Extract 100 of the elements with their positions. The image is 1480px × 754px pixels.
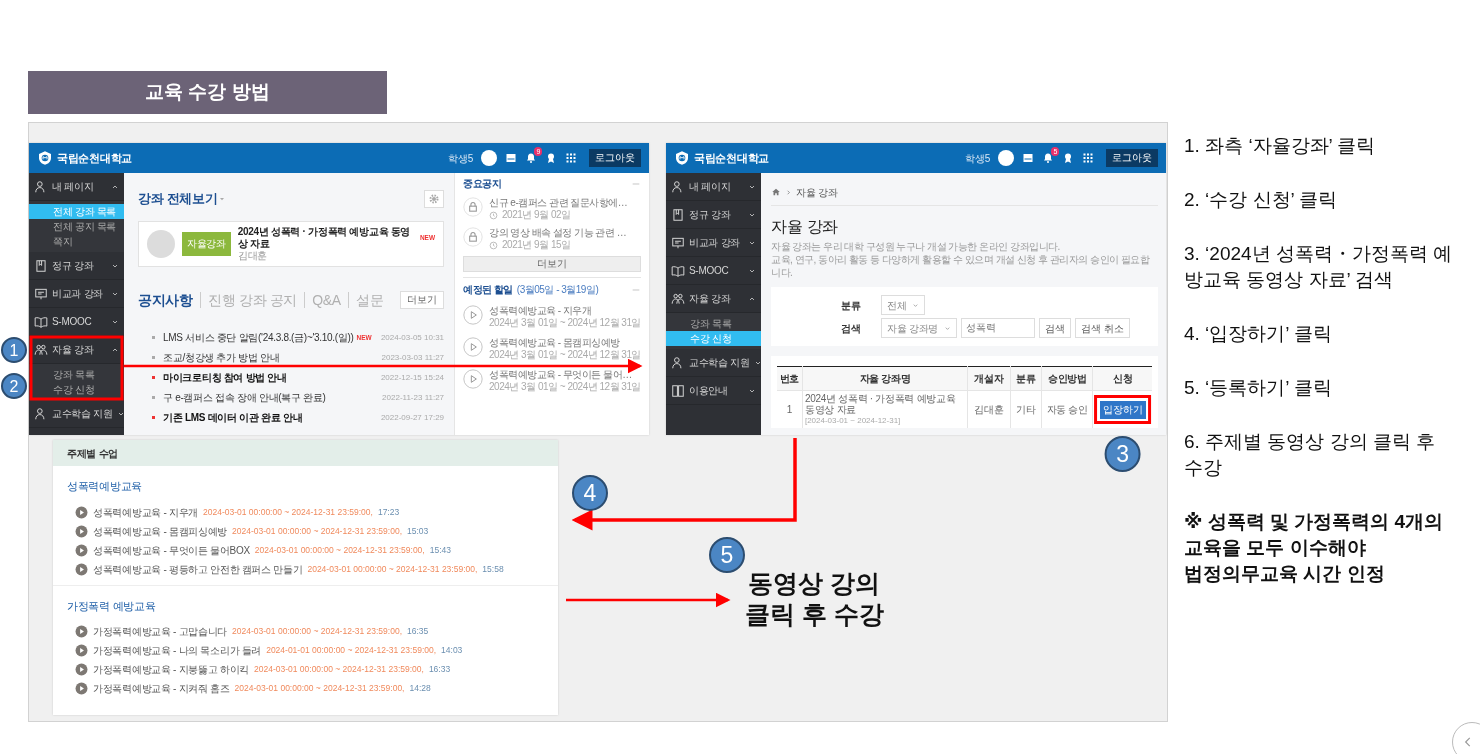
lesson-period: 2024-03-01 00:00:00 ~ 2024-12-31 23:59:00, — [254, 543, 425, 557]
notice-link[interactable]: 마이크로티칭 참여 방법 안내 — [163, 370, 287, 385]
logo-text: 국립순천대학교 — [694, 150, 769, 166]
bell-icon[interactable] — [1042, 152, 1054, 164]
notice-link[interactable]: 조교/청강생 추가 방법 안내 — [163, 350, 280, 365]
task-link[interactable]: 성폭력예방교육 - 무엇이든 물어… — [489, 369, 641, 381]
filter-label: 검색 — [841, 321, 862, 336]
lesson-link[interactable]: 성폭력예방교육 - 지우개 — [93, 504, 198, 520]
column-header: 승인방법 — [1041, 366, 1093, 391]
lesson-duration: 14:28 — [409, 682, 431, 695]
lesson-period: 2024-03-01 00:00:00 ~ 2024-12-31 23:59:00, — [232, 524, 402, 538]
grid-icon[interactable] — [565, 152, 577, 164]
play-icon[interactable] — [75, 562, 88, 576]
sidebar-item[interactable]: 정규 강좌 — [29, 252, 124, 280]
more-button[interactable]: 더보기 — [463, 256, 641, 272]
play-icon[interactable] — [75, 682, 88, 695]
lesson-link[interactable]: 성폭력예방교육 - 몸캠피싱예방 — [93, 523, 228, 539]
search-input[interactable]: 성폭력 — [961, 318, 1035, 338]
sidebar-item[interactable]: 정규 강좌 — [666, 201, 761, 229]
panel-title: 중요공지 — [463, 178, 502, 190]
enter-button[interactable]: 입장하기 — [1099, 400, 1146, 419]
notice-link[interactable]: 강의 영상 배속 설정 기능 관련 … — [489, 227, 627, 239]
lesson-link[interactable]: 가정폭력예방교육 - 지켜줘 홈즈 — [93, 681, 230, 696]
sidebar-item[interactable]: 비교과 강좌 — [29, 280, 124, 308]
table-cell: 김대훈 — [967, 390, 1011, 428]
board-icon — [34, 286, 48, 301]
lesson-period: 2024-01-01 00:00:00 ~ 2024-12-31 23:59:00, — [266, 644, 437, 657]
course-name: 2024년 성폭력 · 가정폭력 예방교육 동영상 자료 — [804, 393, 957, 415]
play-icon[interactable] — [463, 369, 484, 389]
play-icon[interactable] — [75, 644, 88, 657]
notice-link[interactable]: 기존 LMS 데이터 이관 완료 안내 — [163, 410, 303, 425]
sidebar-item[interactable]: 내 페이지 — [666, 173, 761, 201]
bell-icon[interactable] — [525, 152, 537, 164]
monitor-icon[interactable] — [505, 152, 517, 164]
play-icon[interactable] — [75, 663, 88, 676]
logout-button[interactable]: 로그아웃 — [1106, 149, 1158, 167]
breadcrumb-item: 자율 강좌 — [796, 185, 838, 200]
grid-icon[interactable] — [1082, 152, 1094, 164]
play-icon[interactable] — [463, 337, 484, 357]
sidebar-subitem[interactable]: 전체 공지 목록 — [29, 219, 124, 234]
notice-link[interactable]: LMS 서비스 중단 알림('24.3.8.(금)~'3.10.(일)) — [163, 330, 354, 345]
lesson-link[interactable]: 가정폭력예방교육 - 나의 목소리가 들려 — [93, 643, 262, 658]
play-icon[interactable] — [75, 524, 88, 538]
lesson-period: 2024-03-01 00:00:00 ~ 2024-12-31 23:59:00, — [253, 663, 424, 676]
sidebar-subitem[interactable]: 강좌 목록 — [666, 316, 761, 331]
section-title: 교육 수강 방법 — [28, 71, 387, 114]
ribbon-icon[interactable] — [545, 152, 557, 164]
settings-button[interactable] — [424, 189, 445, 208]
play-icon[interactable] — [75, 543, 88, 557]
home-icon[interactable] — [771, 187, 781, 197]
table-cell: 자동 승인 — [1041, 390, 1093, 428]
caret-icon — [912, 301, 920, 309]
lesson-link[interactable]: 성폭력예방교육 - 평등하고 안전한 캠퍼스 만들기 — [93, 561, 303, 577]
step-text: 4. ‘입장하기’ 클릭 — [1184, 322, 1334, 346]
callout-badge: 4 — [572, 475, 608, 511]
task-link[interactable]: 성폭력예방교육 - 지우개 — [489, 305, 641, 317]
logo-text: 국립순천대학교 — [57, 150, 132, 166]
sidebar-subitem[interactable]: 쪽지 — [29, 234, 124, 249]
sidebar-item[interactable]: 교수학습 지원 — [29, 400, 124, 428]
logout-button[interactable]: 로그아웃 — [589, 149, 641, 167]
lesson-link[interactable]: 성폭력예방교육 - 무엇이든 물어BOX — [93, 542, 250, 558]
course-period: [2024-03-01 ~ 2024-12-31] — [804, 415, 902, 426]
sidebar-item[interactable]: S-MOOC — [29, 308, 124, 336]
avatar-placeholder — [998, 150, 1014, 166]
lesson-link[interactable]: 가정폭력예방교육 - 고맙습니다 — [93, 624, 228, 639]
date-range: (3월05일 - 3월19일) — [516, 284, 599, 296]
people-icon — [34, 342, 48, 357]
lesson-period: 2024-03-01 00:00:00 ~ 2024-12-31 23:59:00, — [232, 625, 402, 638]
sidebar-subitem[interactable]: 강좌 목록 — [29, 367, 124, 382]
search-field-select[interactable]: 자율 강좌명 — [881, 318, 957, 338]
sidebar-subitem[interactable]: 수강 신청 — [29, 382, 124, 397]
search-button[interactable]: 검색 — [1039, 318, 1071, 338]
topic-title: 성폭력예방교육 — [67, 479, 143, 494]
lock-icon — [463, 227, 484, 247]
avatar-placeholder — [481, 150, 497, 166]
notice-link[interactable]: 구 e-캠퍼스 접속 장애 안내(복구 완료) — [163, 390, 326, 405]
more-button[interactable]: 더보기 — [400, 290, 445, 309]
sidebar-item[interactable]: 이용안내 — [666, 377, 761, 405]
cancel-search-button[interactable]: 검색 취소 — [1075, 318, 1130, 338]
tab[interactable]: 공지사항 — [138, 291, 200, 308]
step-text: 6. 주제별 동영상 강의 클릭 후 수강 — [1184, 430, 1437, 480]
category-select[interactable]: 전체 — [881, 295, 926, 315]
lesson-duration: 15:03 — [407, 524, 429, 538]
sidebar-item[interactable]: 교수학습 지원 — [666, 349, 761, 377]
notice-link[interactable]: 신규 e-캠퍼스 관련 질문사항에… — [489, 197, 628, 209]
sidebar-item[interactable]: 비교과 강좌 — [666, 229, 761, 257]
column-header: 개설자 — [967, 366, 1011, 391]
play-icon[interactable] — [75, 625, 88, 638]
lesson-link[interactable]: 가정폭력예방교육 - 지붕뚫고 하이킥 — [93, 662, 249, 677]
step-text: 1. 좌측 ‘자율강좌’ 클릭 — [1184, 134, 1377, 158]
ribbon-icon[interactable] — [1062, 152, 1074, 164]
sidebar-item[interactable]: S-MOOC — [666, 257, 761, 285]
open-book-icon — [34, 314, 48, 329]
task-link[interactable]: 성폭력예방교육 - 몸캠피싱예방 — [489, 337, 641, 349]
play-icon[interactable] — [75, 505, 88, 519]
step-text: 3. ‘2024년 성폭력・가정폭력 예방교육 동영상 자료’ 검색 — [1184, 242, 1454, 292]
callout-badge: 5 — [709, 537, 745, 573]
monitor-icon[interactable] — [1022, 152, 1034, 164]
callout-badge: 2 — [1, 373, 27, 399]
play-icon[interactable] — [463, 305, 484, 325]
